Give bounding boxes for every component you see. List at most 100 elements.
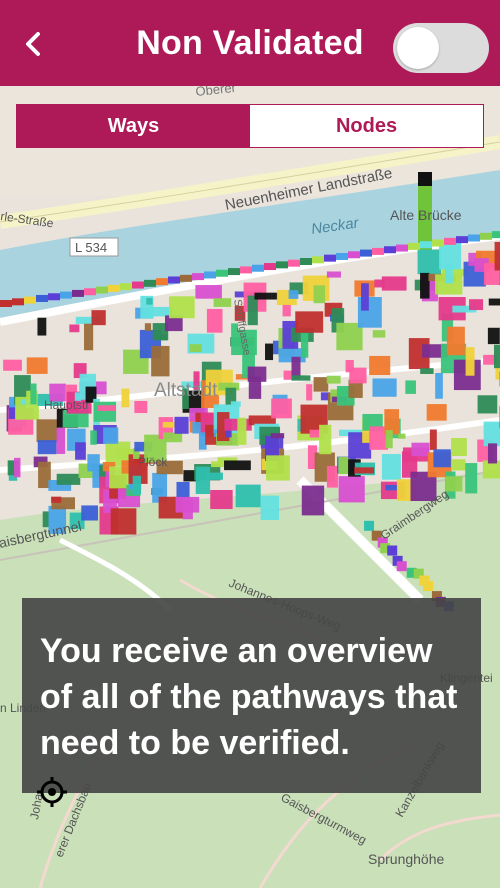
way-segment[interactable] <box>247 366 267 382</box>
way-segment[interactable] <box>75 442 86 460</box>
way-segment[interactable] <box>266 455 290 481</box>
way-segment[interactable] <box>312 256 324 264</box>
way-segment[interactable] <box>176 481 190 499</box>
way-segment[interactable] <box>36 294 48 302</box>
way-segment[interactable] <box>319 424 332 455</box>
way-segment[interactable] <box>151 345 170 377</box>
way-segment[interactable] <box>96 286 108 294</box>
way-segment[interactable] <box>435 372 443 399</box>
way-segment[interactable] <box>361 283 369 311</box>
way-segment[interactable] <box>423 581 434 592</box>
way-segment[interactable] <box>426 404 447 421</box>
way-segment[interactable] <box>81 505 98 521</box>
way-segment[interactable] <box>488 298 500 306</box>
way-segment[interactable] <box>381 276 407 291</box>
way-segment[interactable] <box>180 274 192 282</box>
way-segment[interactable] <box>195 285 222 299</box>
way-segment[interactable] <box>252 264 264 272</box>
way-segment[interactable] <box>446 326 465 356</box>
way-segment[interactable] <box>132 281 144 289</box>
way-segment[interactable] <box>56 473 81 485</box>
way-segment[interactable] <box>121 388 130 408</box>
way-segment[interactable] <box>420 241 432 249</box>
way-segment[interactable] <box>483 421 500 447</box>
way-segment[interactable] <box>465 463 478 494</box>
way-segment[interactable] <box>84 323 94 351</box>
way-segment[interactable] <box>465 347 475 376</box>
way-segment[interactable] <box>3 359 22 371</box>
way-segment[interactable] <box>72 289 84 297</box>
way-segment[interactable] <box>26 357 48 374</box>
way-segment[interactable] <box>360 249 372 257</box>
way-segment[interactable] <box>156 278 168 286</box>
way-segment[interactable] <box>108 284 120 292</box>
way-segment[interactable] <box>313 285 326 304</box>
tutorial-overlay[interactable]: You receive an overview of all of the pa… <box>22 598 481 793</box>
way-segment[interactable] <box>192 273 204 281</box>
way-segment[interactable] <box>385 430 393 449</box>
way-segment[interactable] <box>189 344 202 353</box>
way-segment[interactable] <box>372 247 384 255</box>
way-segment[interactable] <box>420 368 434 374</box>
way-segment[interactable] <box>301 485 325 516</box>
way-segment[interactable] <box>216 269 228 277</box>
way-segment[interactable] <box>120 283 132 291</box>
way-segment[interactable] <box>37 317 47 336</box>
way-segment[interactable] <box>452 459 466 471</box>
way-segment[interactable] <box>372 378 397 397</box>
way-segment[interactable] <box>338 476 365 503</box>
way-segment[interactable] <box>12 298 24 306</box>
way-segment[interactable] <box>37 440 57 455</box>
way-segment[interactable] <box>381 453 401 480</box>
way-segment[interactable] <box>8 407 16 419</box>
way-segment[interactable] <box>237 417 247 445</box>
way-segment[interactable] <box>405 380 416 394</box>
way-segment[interactable] <box>204 472 223 480</box>
way-segment[interactable] <box>354 467 375 474</box>
tab-ways[interactable]: Ways <box>17 105 250 147</box>
way-segment[interactable] <box>204 271 216 279</box>
way-segment[interactable] <box>295 311 324 333</box>
way-segment[interactable] <box>349 367 367 384</box>
way-segment[interactable] <box>387 545 398 556</box>
way-segment[interactable] <box>451 438 467 457</box>
way-segment[interactable] <box>283 370 293 380</box>
way-segment[interactable] <box>224 460 251 471</box>
way-segment[interactable] <box>456 236 468 244</box>
way-segment[interactable] <box>195 466 211 495</box>
way-segment[interactable] <box>396 561 407 572</box>
way-segment[interactable] <box>282 304 291 317</box>
way-segment[interactable] <box>326 271 341 278</box>
way-segment[interactable] <box>336 252 348 260</box>
way-segment[interactable] <box>384 246 396 254</box>
way-segment[interactable] <box>487 443 498 464</box>
way-segment[interactable] <box>69 324 80 333</box>
way-segment[interactable] <box>429 429 437 450</box>
way-segment[interactable] <box>369 355 391 376</box>
way-segment[interactable] <box>51 496 62 503</box>
crosshair-icon[interactable] <box>36 776 68 808</box>
way-segment[interactable] <box>276 261 288 269</box>
way-segment[interactable] <box>288 290 299 299</box>
way-segment[interactable] <box>230 401 241 407</box>
way-segment[interactable] <box>300 333 309 358</box>
way-segment[interactable] <box>103 427 119 444</box>
way-segment[interactable] <box>174 416 189 434</box>
validation-toggle[interactable] <box>393 23 489 73</box>
way-segment[interactable] <box>14 457 21 478</box>
way-segment[interactable] <box>313 377 329 392</box>
way-segment[interactable] <box>168 276 180 284</box>
way-segment[interactable] <box>213 298 232 307</box>
tab-nodes[interactable]: Nodes <box>250 105 483 147</box>
way-segment[interactable] <box>364 520 375 531</box>
way-segment[interactable] <box>291 375 311 381</box>
way-segment[interactable] <box>408 242 420 250</box>
way-segment[interactable] <box>90 430 97 445</box>
way-segment[interactable] <box>240 266 252 274</box>
way-segment[interactable] <box>493 344 500 369</box>
way-segment[interactable] <box>271 398 292 419</box>
way-segment[interactable] <box>265 343 274 361</box>
way-segment[interactable] <box>260 495 280 520</box>
way-segment[interactable] <box>56 427 66 454</box>
way-segment[interactable] <box>30 383 37 405</box>
